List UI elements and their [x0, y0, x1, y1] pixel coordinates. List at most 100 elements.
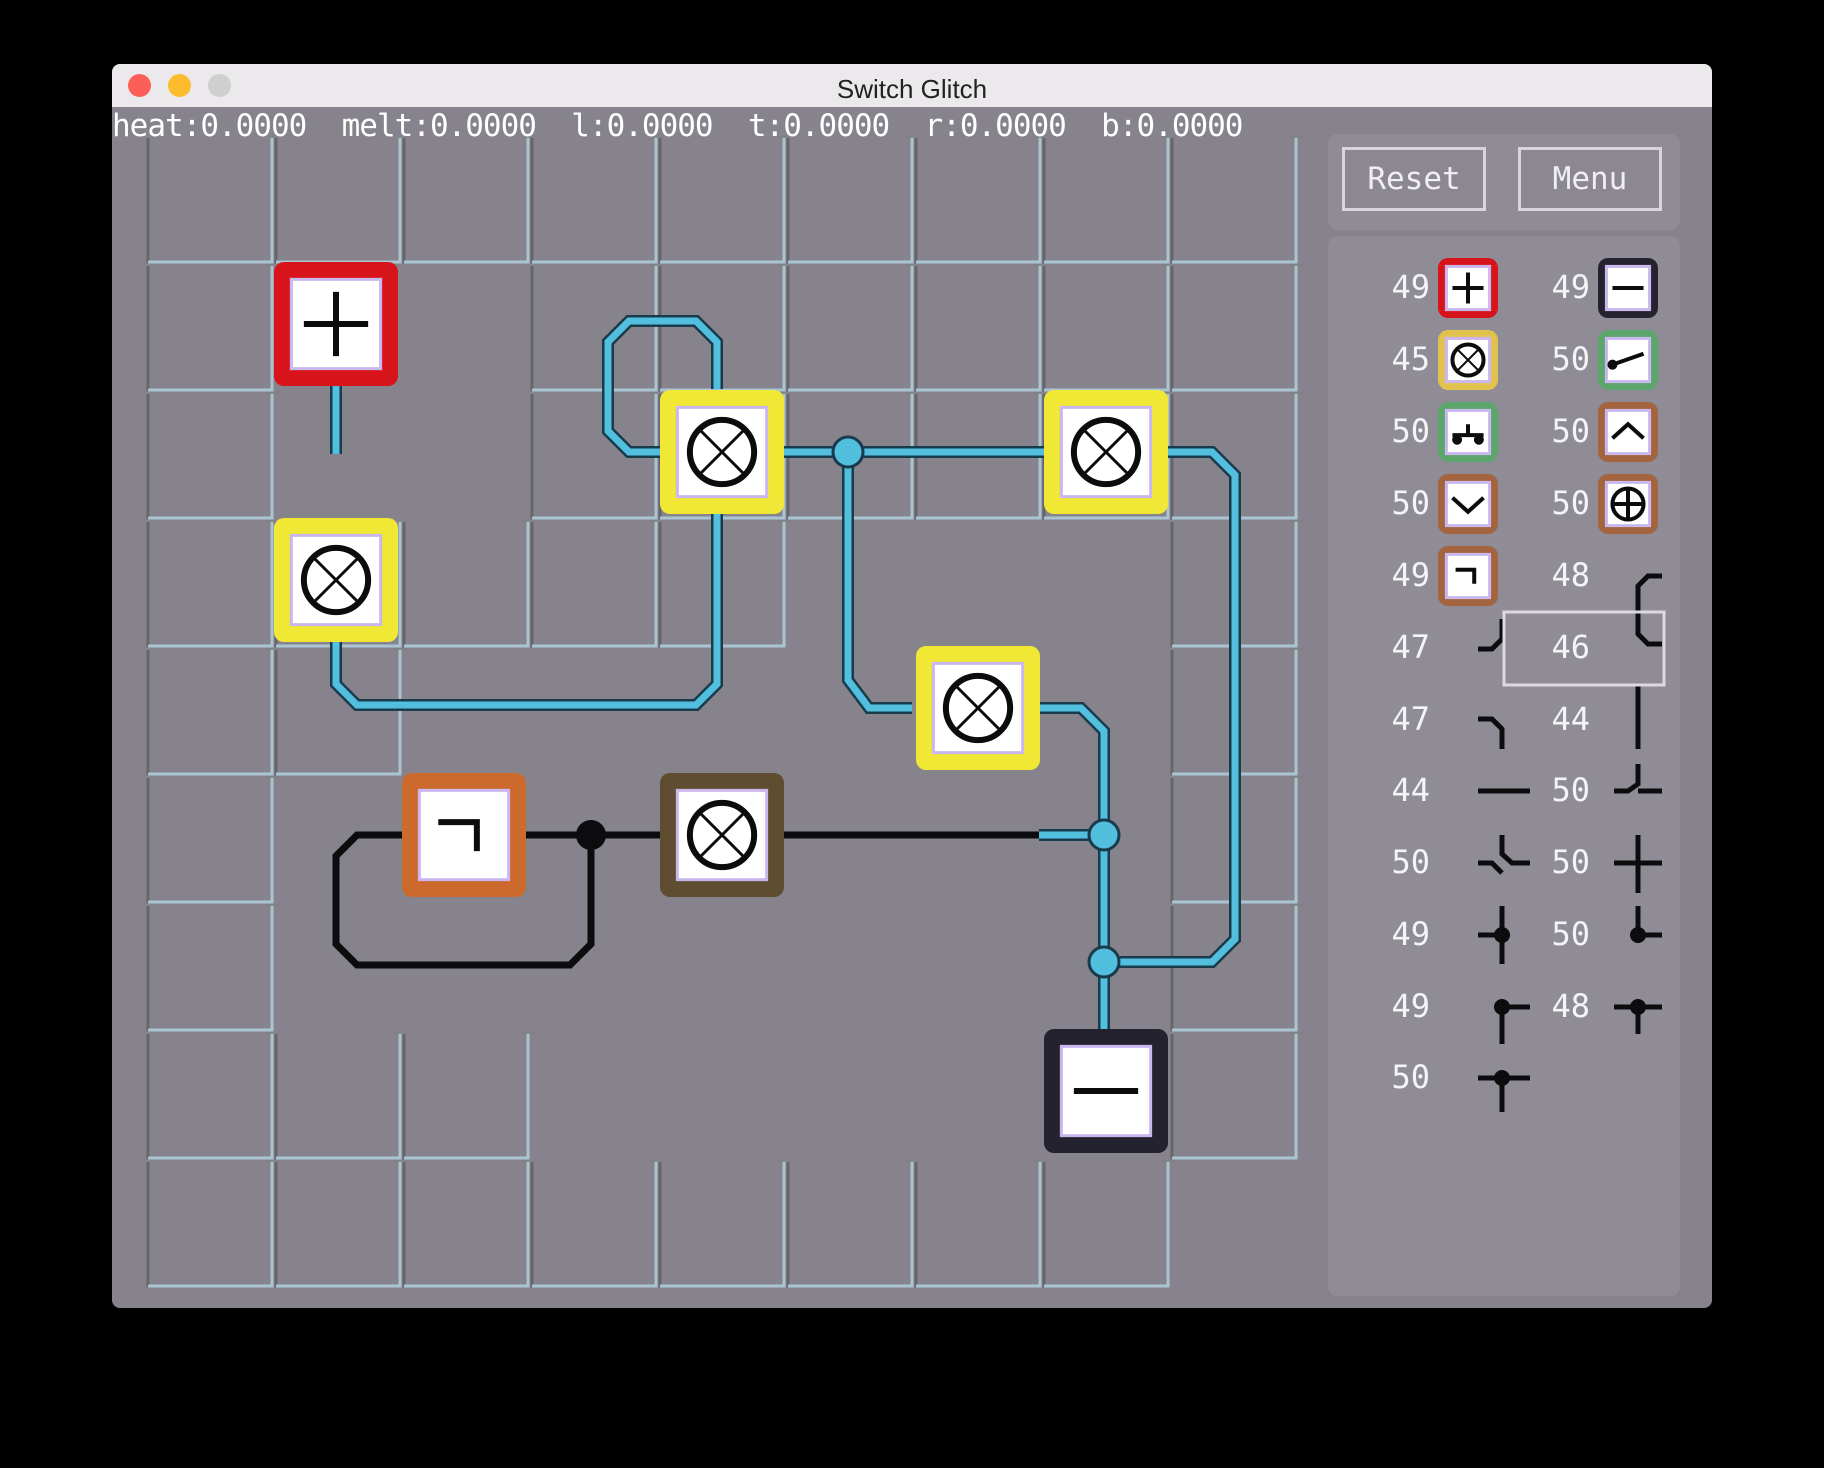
grid-cell-edge [148, 650, 274, 776]
palette-count: 50 [1551, 771, 1590, 809]
palette-count: 47 [1391, 700, 1430, 738]
palette-count: 48 [1551, 987, 1590, 1025]
lamp-unlit[interactable] [660, 773, 784, 897]
grid-cell-edge [530, 1162, 656, 1288]
palette-button[interactable] [1438, 402, 1498, 462]
palette-count: 49 [1391, 268, 1430, 306]
palette-minus-sink[interactable] [1598, 258, 1658, 318]
grid-cell-edge [148, 138, 274, 264]
palette-not-gate-face [1444, 552, 1492, 600]
palette-up-gate[interactable] [1598, 402, 1658, 462]
palette-count: 47 [1391, 628, 1430, 666]
parts-palette-panel [1328, 236, 1680, 1296]
lamp-left[interactable] [274, 518, 398, 642]
palette-count: 50 [1551, 412, 1590, 450]
lamp-right[interactable] [1044, 390, 1168, 514]
grid-cell-edge [1044, 266, 1170, 392]
palette-up-gate-face [1604, 408, 1652, 456]
not-gate[interactable] [402, 773, 526, 897]
grid-cell-edge [1170, 266, 1296, 392]
grid-cell-edge [1172, 1034, 1298, 1160]
wire-junction-node [831, 435, 865, 469]
lamp-middle[interactable] [916, 646, 1040, 770]
reset-button[interactable]: Reset [1342, 147, 1486, 211]
grid-cell-edge [660, 1162, 786, 1288]
grid-cell-edge [1042, 266, 1168, 392]
minus-sink[interactable] [1044, 1029, 1168, 1153]
game-window: Switch Glitch heat:0.0000 melt:0.0000 l:… [112, 64, 1712, 1308]
wire-junction-node [1087, 818, 1121, 852]
grid-cell-edge [146, 138, 272, 264]
palette-count: 50 [1391, 843, 1430, 881]
palette-count: 50 [1551, 340, 1590, 378]
wire-branch-to-lamp-d [842, 452, 912, 714]
grid-cell-edge [532, 1162, 658, 1288]
grid-cell-edge [530, 266, 656, 392]
palette-count: 49 [1391, 915, 1430, 953]
grid-cell-edge [916, 138, 1042, 264]
palette-count: 48 [1551, 556, 1590, 594]
palette-count: 49 [1551, 268, 1590, 306]
grid-cell-edge [788, 266, 914, 392]
grid-cell-edge [916, 1162, 1042, 1288]
grid-cell-edge [146, 522, 272, 648]
palette-count: 50 [1551, 915, 1590, 953]
grid-cell-edge [530, 522, 656, 648]
palette-down-gate[interactable] [1438, 474, 1498, 534]
not-gate-face [417, 788, 511, 882]
palette-count: 49 [1391, 556, 1430, 594]
grid-cell-edge [146, 394, 272, 520]
grid-cell-edge [274, 1034, 400, 1160]
grid-cell-edge [914, 138, 1040, 264]
plus-source[interactable] [274, 262, 398, 386]
grid-cell-edge [148, 1162, 274, 1288]
grid-cell-edge [274, 138, 400, 264]
grid-cell-edge [1170, 138, 1296, 264]
grid-cell-edge [404, 1162, 530, 1288]
grid-cell-edge [1044, 1162, 1170, 1288]
palette-count: 50 [1391, 412, 1430, 450]
grid-cell-edge [274, 1162, 400, 1288]
grid-cell-edge [148, 906, 274, 1032]
grid-cell-edge [402, 1162, 528, 1288]
grid-cell-edge [148, 1034, 274, 1160]
wire-lamp-c-loop [1104, 446, 1241, 968]
grid-cell-edge [530, 138, 656, 264]
grid-cell-edge [146, 1162, 272, 1288]
grid-cell-edge [1172, 266, 1298, 392]
palette-count: 46 [1551, 628, 1590, 666]
lamp-top[interactable] [660, 390, 784, 514]
grid-cell-edge [404, 138, 530, 264]
grid-cell-edge [786, 138, 912, 264]
grid-cell-edge [1042, 138, 1168, 264]
wire-junction-node [1087, 945, 1121, 979]
grid-cell-edge [276, 1034, 402, 1160]
grid-cell-edge [786, 1162, 912, 1288]
palette-count: 44 [1391, 771, 1430, 809]
grid-cell-edge [276, 1162, 402, 1288]
grid-cell-edge [146, 266, 272, 392]
palette-cross-gate[interactable] [1598, 474, 1658, 534]
palette-count: 45 [1391, 340, 1430, 378]
grid-cell-edge [658, 138, 784, 264]
palette-count: 50 [1391, 1058, 1430, 1096]
grid-cell-edge [148, 266, 274, 392]
palette-not-gate[interactable] [1438, 546, 1498, 606]
grid-cell-edge [148, 522, 274, 648]
grid-cell-edge [402, 522, 528, 648]
palette-lamp[interactable] [1438, 330, 1498, 390]
palette-plus-source[interactable] [1438, 258, 1498, 318]
grid-cell-edge [1042, 1162, 1168, 1288]
menu-button[interactable]: Menu [1518, 147, 1662, 211]
grid-cell-edge [914, 266, 1040, 392]
palette-count: 50 [1551, 843, 1590, 881]
grid-cell-edge [1044, 138, 1170, 264]
palette-switch[interactable] [1598, 330, 1658, 390]
grid-cell-edge [276, 138, 402, 264]
grid-cell-edge [148, 778, 274, 904]
grid-cell-edge [788, 1162, 914, 1288]
grid-cell-edge [402, 1034, 528, 1160]
grid-cell-edge [404, 522, 530, 648]
grid-cell-edge [660, 138, 786, 264]
grid-cell-edge [404, 1034, 530, 1160]
